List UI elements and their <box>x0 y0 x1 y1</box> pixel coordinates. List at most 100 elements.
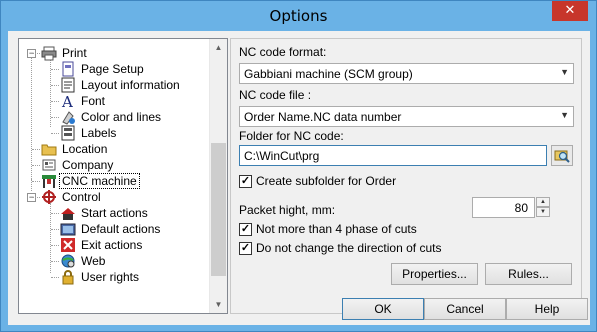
tree-connector <box>51 277 59 278</box>
tree-item-default-actions[interactable]: Default actions <box>60 221 162 237</box>
browse-folder-button[interactable] <box>551 145 573 166</box>
dialog-client: − Print Page Setup Layout information A Font C… <box>8 31 590 325</box>
tree-connector <box>51 133 59 134</box>
keep-direction-checkbox[interactable]: ✓ Do not change the direction of cuts <box>239 241 441 255</box>
phase-limit-label: Not more than 4 phase of cuts <box>256 222 417 236</box>
tree-connector <box>32 53 40 54</box>
scroll-down-icon[interactable]: ▼ <box>210 296 227 313</box>
chevron-down-icon: ▼ <box>560 110 569 120</box>
tree-item-label: Company <box>62 158 114 172</box>
folder-label: Folder for NC code: <box>239 129 344 143</box>
tree-item-page-setup[interactable]: Page Setup <box>60 61 146 77</box>
default-icon <box>60 221 76 237</box>
tree-item-label: Print <box>62 46 87 60</box>
cnc-settings-panel: NC code format: Gabbiani machine (SCM gr… <box>230 38 582 314</box>
folder-icon <box>41 141 57 157</box>
tree-item-label: Color and lines <box>81 110 162 124</box>
tree-item-control[interactable]: Control <box>41 189 103 205</box>
tree-item-label: Web <box>81 254 106 268</box>
nc-file-value: Order Name.NC data number <box>244 110 402 124</box>
tree-item-print[interactable]: Print <box>41 45 89 61</box>
scroll-thumb[interactable] <box>211 143 226 276</box>
scroll-up-icon[interactable]: ▲ <box>210 39 227 56</box>
tree-item-location[interactable]: Location <box>41 141 109 157</box>
nc-file-select[interactable]: Order Name.NC data number ▼ <box>239 106 574 127</box>
tree-connector <box>51 85 59 86</box>
tree-connector <box>51 117 59 118</box>
tree-item-start-actions[interactable]: Start actions <box>60 205 150 221</box>
keep-direction-label: Do not change the direction of cuts <box>256 241 442 255</box>
packet-height-input[interactable]: 80 <box>472 197 535 218</box>
color-icon <box>60 109 76 125</box>
tree-connector <box>51 245 59 246</box>
tree-item-label: User rights <box>81 270 140 284</box>
tree-connector <box>51 213 59 214</box>
tree-item-user-rights[interactable]: User rights <box>60 269 141 285</box>
cancel-button[interactable]: Cancel <box>424 298 506 320</box>
spin-up-icon[interactable]: ▲ <box>536 197 550 207</box>
tree-item-web[interactable]: Web <box>60 253 107 269</box>
tree-connector <box>32 165 40 166</box>
tree-item-label: Location <box>62 142 108 156</box>
tree-item-label: Layout information <box>81 78 180 92</box>
tree-scrollbar[interactable]: ▲ ▼ <box>209 39 227 313</box>
options-window: Options ✕ − Print Page Setup Layout informa… <box>0 0 597 332</box>
rules-button[interactable]: Rules... <box>485 263 572 285</box>
lock-icon <box>60 269 76 285</box>
tree-connector <box>51 229 59 230</box>
start-icon <box>60 205 76 221</box>
folder-input[interactable]: C:\WinCut\prg <box>239 145 547 166</box>
packet-height-label: Packet hight, mm: <box>239 203 336 217</box>
cnc-icon <box>41 173 57 189</box>
tree-item-label: Default actions <box>81 222 161 236</box>
printer-icon <box>41 45 57 61</box>
nc-format-label: NC code format: <box>239 45 327 59</box>
tree-connector <box>51 101 59 102</box>
tree-item-exit-actions[interactable]: Exit actions <box>60 237 144 253</box>
options-tree[interactable]: − Print Page Setup Layout information A Font C… <box>18 38 228 314</box>
check-icon: ✓ <box>239 222 252 236</box>
create-subfolder-checkbox[interactable]: ✓ Create subfolder for Order <box>239 174 396 188</box>
exit-icon <box>60 237 76 253</box>
tree-item-company[interactable]: Company <box>41 157 115 173</box>
tree-content: − Print Page Setup Layout information A Font C… <box>19 39 212 313</box>
folder-value: C:\WinCut\prg <box>244 149 320 163</box>
create-subfolder-label: Create subfolder for Order <box>256 174 397 188</box>
tree-item-color-and-lines[interactable]: Color and lines <box>60 109 163 125</box>
tree-connector <box>32 181 40 182</box>
tree-item-layout-information[interactable]: Layout information <box>60 77 182 93</box>
tree-item-cnc-machine[interactable]: CNC machine <box>41 173 140 189</box>
tree-item-label: Page Setup <box>81 62 144 76</box>
nc-format-value: Gabbiani machine (SCM group) <box>244 67 413 81</box>
browse-icon <box>554 150 570 163</box>
tree-connector <box>51 69 59 70</box>
tree-item-font[interactable]: A Font <box>60 93 107 111</box>
window-title: Options <box>269 7 328 25</box>
nc-file-label: NC code file : <box>239 88 312 102</box>
spin-down-icon[interactable]: ▼ <box>536 207 550 217</box>
packet-height-stepper[interactable]: ▲ ▼ <box>536 197 550 218</box>
chevron-down-icon: ▼ <box>560 67 569 77</box>
company-icon <box>41 157 57 173</box>
web-icon <box>60 253 76 269</box>
tree-connector <box>32 149 40 150</box>
tree-connector <box>32 197 40 198</box>
ok-button[interactable]: OK <box>342 298 424 320</box>
title-bar: Options ✕ <box>1 1 596 31</box>
labels-icon <box>60 125 76 141</box>
tree-item-label: Font <box>81 94 106 108</box>
packet-height-value: 80 <box>514 201 528 215</box>
nc-format-select[interactable]: Gabbiani machine (SCM group) ▼ <box>239 63 574 84</box>
control-icon <box>41 189 57 205</box>
tree-item-label: Labels <box>81 126 117 140</box>
font-icon: A <box>60 93 76 111</box>
phase-limit-checkbox[interactable]: ✓ Not more than 4 phase of cuts <box>239 222 417 236</box>
tree-connector <box>51 261 59 262</box>
page-setup-icon <box>60 61 76 77</box>
tree-item-label: Control <box>62 190 101 204</box>
tree-item-labels[interactable]: Labels <box>60 125 118 141</box>
properties-button[interactable]: Properties... <box>391 263 478 285</box>
close-button[interactable]: ✕ <box>552 1 588 21</box>
help-button[interactable]: Help <box>506 298 588 320</box>
check-icon: ✓ <box>239 174 252 188</box>
